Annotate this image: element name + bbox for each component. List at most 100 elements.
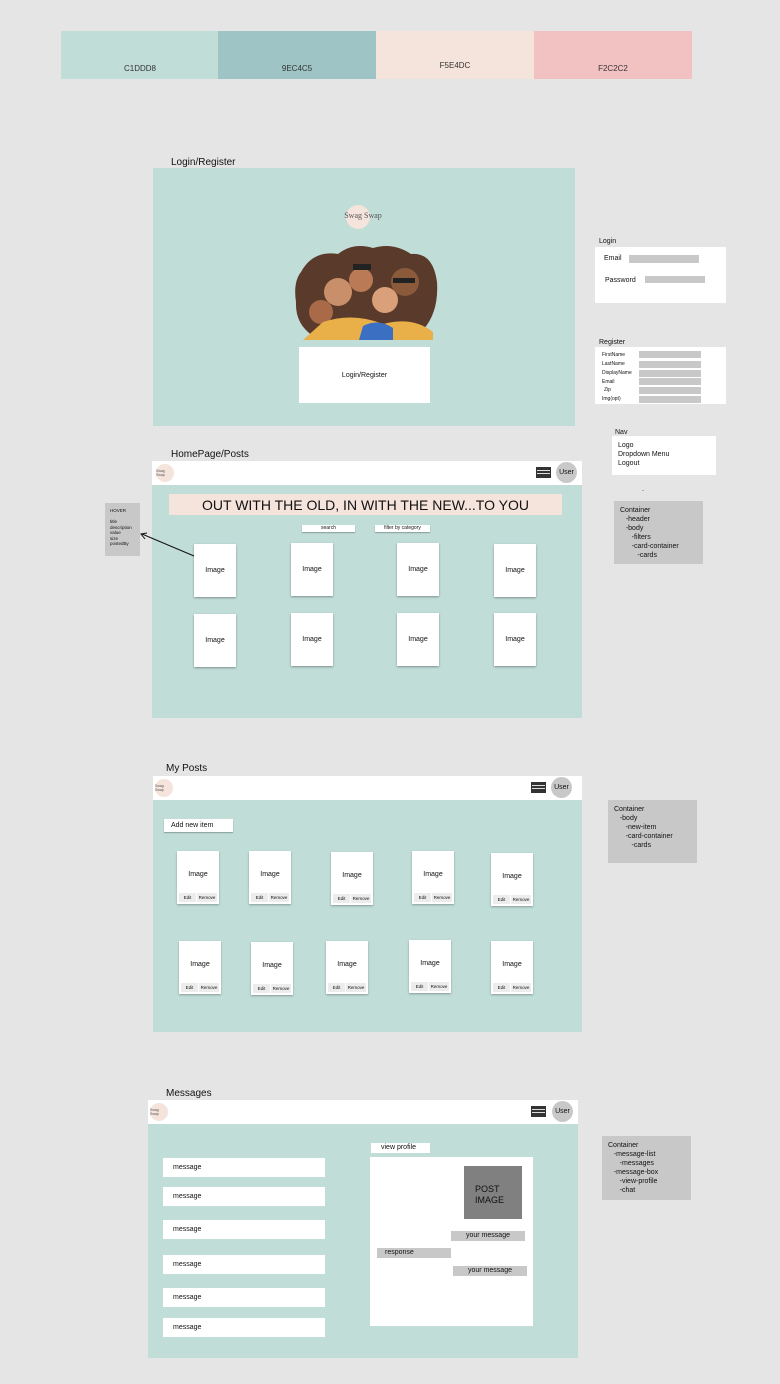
nav-panel: Logo Dropdown Menu Logout <box>612 436 716 475</box>
edit-button[interactable]: Edit <box>493 895 510 904</box>
swatch-label: C1DDD8 <box>123 64 156 73</box>
nav-item-logo: Logo <box>618 442 634 449</box>
post-image: POST IMAGE <box>464 1166 522 1219</box>
myposts-navbar: Swag Swap User <box>153 776 582 800</box>
my-post-card: Image Edit Remove <box>179 941 221 994</box>
home-user-avatar[interactable]: User <box>556 462 577 483</box>
message-list-item[interactable]: message <box>163 1220 325 1239</box>
swatch-label: 9EC4C5 <box>281 64 313 73</box>
login-register-button[interactable]: Login/Register <box>299 347 430 403</box>
home-card[interactable]: Image <box>397 543 439 596</box>
edit-button[interactable]: Edit <box>181 983 198 992</box>
messages-menu-icon[interactable] <box>531 1106 546 1117</box>
remove-button[interactable]: Remove <box>432 893 452 902</box>
home-banner: OUT WITH THE OLD, IN WITH THE NEW...TO Y… <box>169 494 562 515</box>
my-post-card: Image Edit Remove <box>409 940 451 993</box>
note-line: -card-container <box>620 543 679 550</box>
messages-user-avatar[interactable]: User <box>552 1101 573 1122</box>
category-filter[interactable]: filter by category <box>375 525 430 532</box>
register-label-email: Email <box>602 379 615 385</box>
home-card[interactable]: Image <box>291 543 333 596</box>
swatch-c1ddd8: C1DDD8 <box>61 31 219 79</box>
message-list-item[interactable]: message <box>163 1318 325 1337</box>
note-line: -cards <box>620 552 657 559</box>
home-card[interactable]: Image <box>494 544 536 597</box>
myposts-user-avatar[interactable]: User <box>551 777 572 798</box>
remove-button[interactable]: Remove <box>346 983 366 992</box>
register-label-img: Img(opt) <box>602 396 621 402</box>
note-line: Container <box>614 806 645 813</box>
remove-button[interactable]: Remove <box>197 893 217 902</box>
logo-text: Swag Swap <box>344 211 382 220</box>
home-menu-icon[interactable] <box>536 467 551 478</box>
zip-field[interactable] <box>639 387 701 394</box>
home-card[interactable]: Image <box>194 614 236 667</box>
displayname-field[interactable] <box>639 370 701 377</box>
img-field[interactable] <box>639 396 701 403</box>
remove-button[interactable]: Remove <box>271 984 291 993</box>
password-field[interactable] <box>645 276 705 283</box>
note-line: -chat <box>608 1187 636 1194</box>
email-field[interactable] <box>629 255 699 263</box>
add-new-item-button[interactable]: Add new item <box>164 819 233 832</box>
login-panel: Email Password <box>595 247 726 303</box>
home-card[interactable]: Image <box>194 544 236 597</box>
hover-arrow-icon <box>140 532 195 557</box>
search-input[interactable]: search <box>302 525 355 532</box>
remove-button[interactable]: Remove <box>511 983 531 992</box>
card-image-label: Image <box>262 962 282 969</box>
card-image-label: Image <box>502 873 522 880</box>
firstname-field[interactable] <box>639 351 701 358</box>
my-post-card: Image Edit Remove <box>249 851 291 904</box>
home-card[interactable]: Image <box>397 613 439 666</box>
edit-button[interactable]: Edit <box>414 893 431 902</box>
edit-button[interactable]: Edit <box>253 984 270 993</box>
message-list-item[interactable]: message <box>163 1187 325 1206</box>
section-title-myposts: My Posts <box>166 763 208 774</box>
remove-button[interactable]: Remove <box>429 982 449 991</box>
login-panel-title: Login <box>599 238 617 245</box>
message-list-item[interactable]: message <box>163 1255 325 1274</box>
card-image-label: Image <box>260 871 280 878</box>
edit-button[interactable]: Edit <box>411 982 428 991</box>
section-title-login: Login/Register <box>171 157 236 168</box>
card-image-label: Image <box>337 961 357 968</box>
note-line: -message-list <box>608 1151 656 1158</box>
swatch-9ec4c5: 9EC4C5 <box>218 31 376 79</box>
home-frame: Swag Swap User OUT WITH THE OLD, IN WITH… <box>152 461 582 718</box>
remove-button[interactable]: Remove <box>351 894 371 903</box>
remove-button[interactable]: Remove <box>199 983 219 992</box>
password-label: Password <box>605 277 636 284</box>
myposts-logo[interactable]: Swag Swap <box>155 779 173 797</box>
message-list-item[interactable]: message <box>163 1158 325 1177</box>
register-panel-title: Register <box>599 339 626 346</box>
note-line: -message-box <box>608 1169 659 1176</box>
note-line: -body <box>614 815 638 822</box>
section-title-messages: Messages <box>166 1088 212 1099</box>
edit-button[interactable]: Edit <box>493 983 510 992</box>
edit-button[interactable]: Edit <box>179 893 196 902</box>
edit-button[interactable]: Edit <box>328 983 345 992</box>
note-line: -view-profile <box>608 1178 658 1185</box>
remove-button[interactable]: Remove <box>269 893 289 902</box>
my-post-card: Image Edit Remove <box>491 941 533 994</box>
hover-note-line: postedBy <box>110 541 129 546</box>
card-image-label: Image <box>502 961 522 968</box>
myposts-menu-icon[interactable] <box>531 782 546 793</box>
messages-logo[interactable]: Swag Swap <box>150 1103 168 1121</box>
message-list-item[interactable]: message <box>163 1288 325 1307</box>
remove-button[interactable]: Remove <box>511 895 531 904</box>
message-box: POST IMAGE your message response your me… <box>370 1157 533 1326</box>
home-card[interactable]: Image <box>291 613 333 666</box>
your-message-bubble: your message <box>453 1266 527 1276</box>
home-card[interactable]: Image <box>494 613 536 666</box>
nav-panel-title: Nav <box>615 429 628 436</box>
register-email-field[interactable] <box>639 378 701 385</box>
register-label-displayname: DisplayName <box>602 370 632 376</box>
edit-button[interactable]: Edit <box>251 893 268 902</box>
view-profile-button[interactable]: view profile <box>371 1143 430 1153</box>
card-image-label: Image <box>342 872 362 879</box>
swatch-label: F5E4DC <box>439 61 471 70</box>
edit-button[interactable]: Edit <box>333 894 350 903</box>
lastname-field[interactable] <box>639 361 701 368</box>
